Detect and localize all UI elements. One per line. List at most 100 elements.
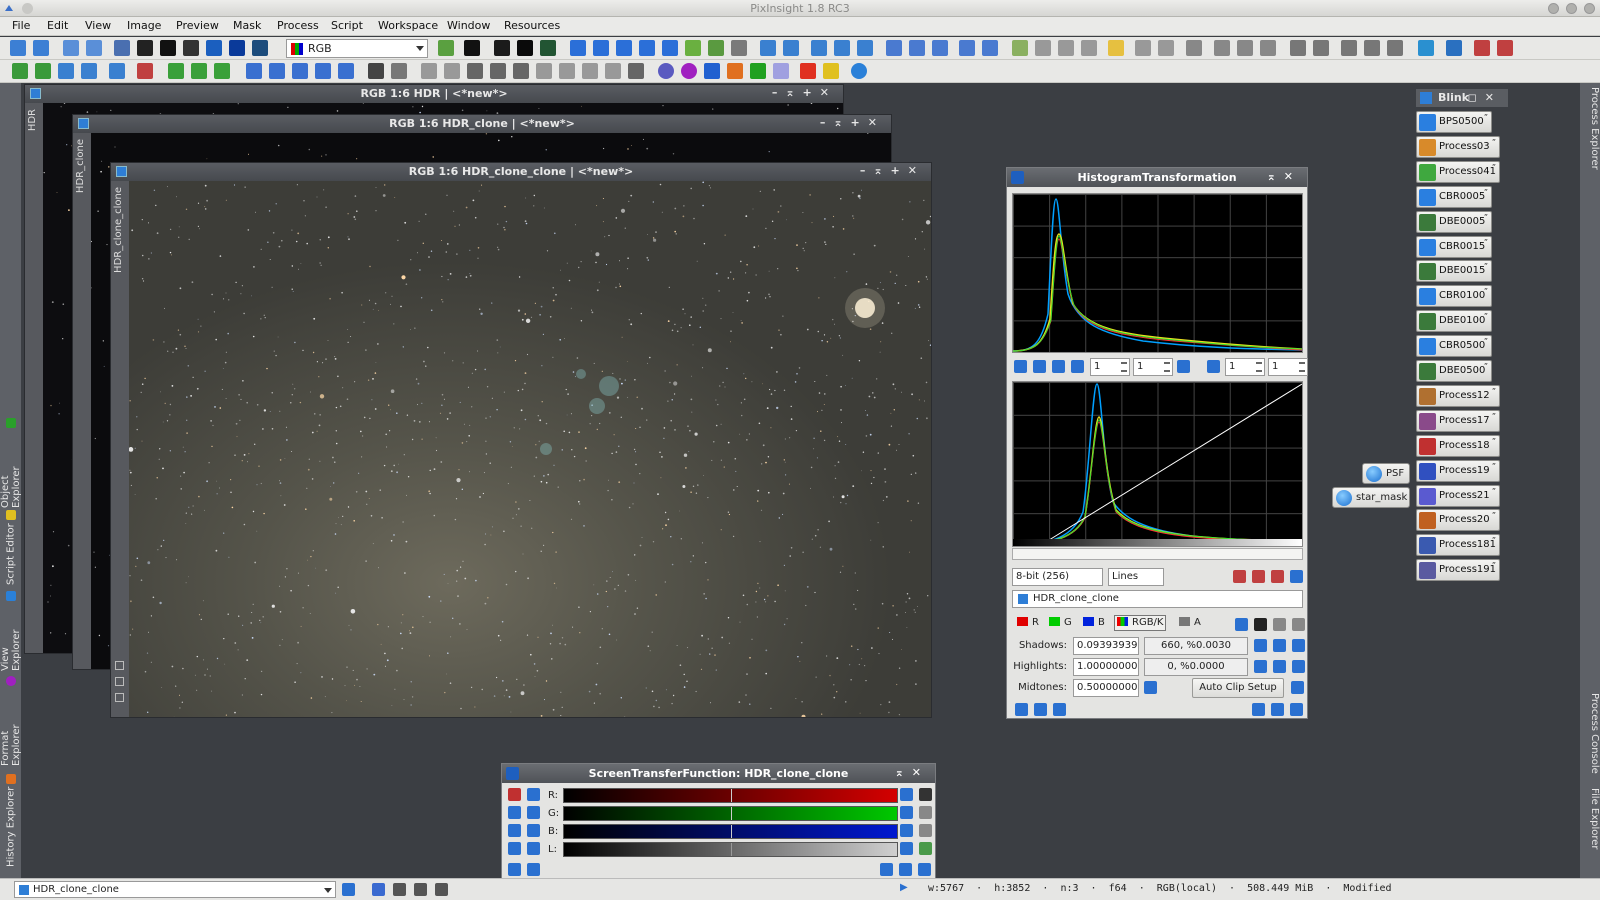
hist-log-icon[interactable] bbox=[1233, 570, 1246, 583]
menu-view[interactable]: View bbox=[85, 19, 111, 32]
midtones-input[interactable]: 0.50000000 bbox=[1073, 679, 1139, 697]
stf-apply-icon[interactable] bbox=[527, 863, 540, 876]
tool-g-icon[interactable] bbox=[1290, 40, 1306, 56]
process-icon-process12[interactable]: Process12” bbox=[1416, 384, 1500, 407]
restore-icon[interactable] bbox=[115, 693, 124, 702]
new-preview-icon[interactable] bbox=[685, 40, 701, 56]
histogram-titlebar[interactable]: HistogramTransformation ⌅✕ bbox=[1007, 168, 1307, 187]
highlight-icon[interactable] bbox=[1108, 40, 1124, 56]
image-window-hdr-clone-clone[interactable]: RGB 1:6 HDR_clone_clone | <*new*> –⌅+✕ H… bbox=[110, 162, 932, 718]
menu-preview[interactable]: Preview bbox=[176, 19, 219, 32]
zoom-in-icon[interactable] bbox=[760, 40, 776, 56]
proc-f-icon[interactable] bbox=[137, 63, 153, 79]
shadows-auto-icon[interactable] bbox=[1254, 639, 1267, 652]
window-next-icon[interactable] bbox=[932, 40, 948, 56]
track-view-icon[interactable] bbox=[1254, 618, 1267, 631]
status-mode-3-icon[interactable] bbox=[414, 883, 427, 896]
menu-workspace[interactable]: Workspace bbox=[378, 19, 438, 32]
window-controls[interactable]: –⌅+✕ bbox=[772, 86, 837, 99]
tool-b-icon[interactable] bbox=[1158, 40, 1174, 56]
hist-zoom-icon[interactable] bbox=[1052, 360, 1065, 373]
stf-titlebar[interactable]: ScreenTransferFunction: HDR_clone_clone … bbox=[502, 764, 935, 783]
proc-c-icon[interactable] bbox=[58, 63, 74, 79]
image-window-titlebar[interactable]: RGB 1:6 HDR_clone_clone | <*new*> –⌅+✕ bbox=[111, 163, 931, 181]
zoom-in-window-icon[interactable] bbox=[438, 40, 454, 56]
proc-q-icon[interactable] bbox=[421, 63, 437, 79]
hist-grid-icon[interactable] bbox=[1290, 570, 1303, 583]
process-icon-dbe0015[interactable]: DBE0015” bbox=[1416, 260, 1492, 283]
run-script-icon[interactable] bbox=[800, 63, 816, 79]
tool-j-icon[interactable] bbox=[1364, 40, 1380, 56]
process-icon-process20[interactable]: Process20” bbox=[1416, 509, 1500, 532]
stf-up-icon[interactable] bbox=[527, 788, 540, 801]
process-icon-cbr0100[interactable]: CBR0100” bbox=[1416, 285, 1492, 308]
hist-pan-icon[interactable] bbox=[1014, 360, 1027, 373]
proc-l-icon[interactable] bbox=[292, 63, 308, 79]
tool-k-icon[interactable] bbox=[1387, 40, 1403, 56]
hide-mask-icon[interactable] bbox=[160, 40, 176, 56]
proc-r-icon[interactable] bbox=[444, 63, 460, 79]
duplicate-icon[interactable] bbox=[86, 40, 102, 56]
tool-e-icon[interactable] bbox=[1237, 40, 1253, 56]
zoom-sel-icon[interactable] bbox=[811, 40, 827, 56]
proc-a-icon[interactable] bbox=[12, 63, 28, 79]
stf-browse-icon[interactable] bbox=[880, 863, 893, 876]
reset-channel-icon[interactable] bbox=[1273, 618, 1286, 631]
status-view-select[interactable]: HDR_clone_clone bbox=[14, 881, 336, 898]
proc-k-icon[interactable] bbox=[269, 63, 285, 79]
browse-doc-icon[interactable] bbox=[1252, 703, 1265, 716]
process-icon-bps0500[interactable]: BPS0500” bbox=[1416, 111, 1492, 133]
window-controls[interactable]: –⌅+✕ bbox=[860, 164, 925, 177]
status-mode-1-icon[interactable] bbox=[372, 883, 385, 896]
stf-a-icon[interactable] bbox=[508, 824, 521, 837]
tab-file-explorer[interactable]: File Explorer bbox=[1582, 788, 1600, 868]
tool-h-icon[interactable] bbox=[1313, 40, 1329, 56]
show-mask-icon[interactable] bbox=[183, 40, 199, 56]
proc-z-icon[interactable] bbox=[628, 63, 644, 79]
process-icon-dbe0100[interactable]: DBE0100” bbox=[1416, 310, 1492, 333]
process-icon-process03[interactable]: Process03” bbox=[1416, 135, 1500, 158]
auto-clip-setup-button[interactable]: Auto Clip Setup bbox=[1192, 678, 1284, 698]
stf-r-reset-icon[interactable] bbox=[900, 788, 913, 801]
refresh-icon[interactable] bbox=[851, 63, 867, 79]
preview-toggle-icon[interactable] bbox=[1235, 618, 1248, 631]
hist-lock-icon[interactable] bbox=[1177, 360, 1190, 373]
stf-g-reset-icon[interactable] bbox=[900, 806, 913, 819]
window-min-icon[interactable] bbox=[982, 40, 998, 56]
tab-view-explorer[interactable]: View Explorer bbox=[0, 591, 22, 671]
real-time-preview-icon[interactable] bbox=[1053, 703, 1066, 716]
menu-process[interactable]: Process bbox=[277, 19, 319, 32]
proc-x-icon[interactable] bbox=[582, 63, 598, 79]
stf-b-reset-icon[interactable] bbox=[900, 824, 913, 837]
new-instance-icon[interactable] bbox=[1015, 703, 1028, 716]
readout-icon[interactable] bbox=[1418, 40, 1434, 56]
star-mask-icon-button[interactable]: star_mask bbox=[1332, 487, 1410, 508]
stf-b-slider[interactable] bbox=[563, 824, 898, 839]
new-image-icon[interactable] bbox=[63, 40, 79, 56]
tool-f-icon[interactable] bbox=[1260, 40, 1276, 56]
hist-move-icon[interactable] bbox=[1071, 360, 1084, 373]
tool-i-icon[interactable] bbox=[1341, 40, 1357, 56]
stf-l-reset-icon[interactable] bbox=[900, 842, 913, 855]
tool-d-icon[interactable] bbox=[1214, 40, 1230, 56]
shadows-input[interactable]: 0.09393939 bbox=[1073, 637, 1139, 655]
invert-mask-icon[interactable] bbox=[137, 40, 153, 56]
window-controls[interactable]: –⌅+✕ bbox=[820, 116, 885, 129]
blink-icon-header[interactable]: Blink ◻✕ bbox=[1416, 89, 1508, 107]
stf-width-icon[interactable] bbox=[527, 842, 540, 855]
highlights-reset-icon[interactable] bbox=[1292, 660, 1305, 673]
channel-r-button[interactable]: R bbox=[1015, 616, 1041, 632]
stf-1-icon[interactable] bbox=[508, 806, 521, 819]
zoom-fit-icon[interactable] bbox=[616, 40, 632, 56]
hist-lines-icon[interactable] bbox=[1252, 570, 1265, 583]
highlights-auto2-icon[interactable] bbox=[1273, 660, 1286, 673]
status-mode-4-icon[interactable] bbox=[435, 883, 448, 896]
proc-m-icon[interactable] bbox=[315, 63, 331, 79]
stf-new-instance-icon[interactable] bbox=[508, 863, 521, 876]
highlights-auto-icon[interactable] bbox=[1254, 660, 1267, 673]
cylinder-icon[interactable] bbox=[773, 63, 789, 79]
stf-b-add-icon[interactable] bbox=[919, 824, 932, 837]
histogram-process-icon[interactable] bbox=[1011, 171, 1024, 184]
proc-s-icon[interactable] bbox=[467, 63, 483, 79]
workspace-2-icon[interactable] bbox=[1035, 40, 1051, 56]
